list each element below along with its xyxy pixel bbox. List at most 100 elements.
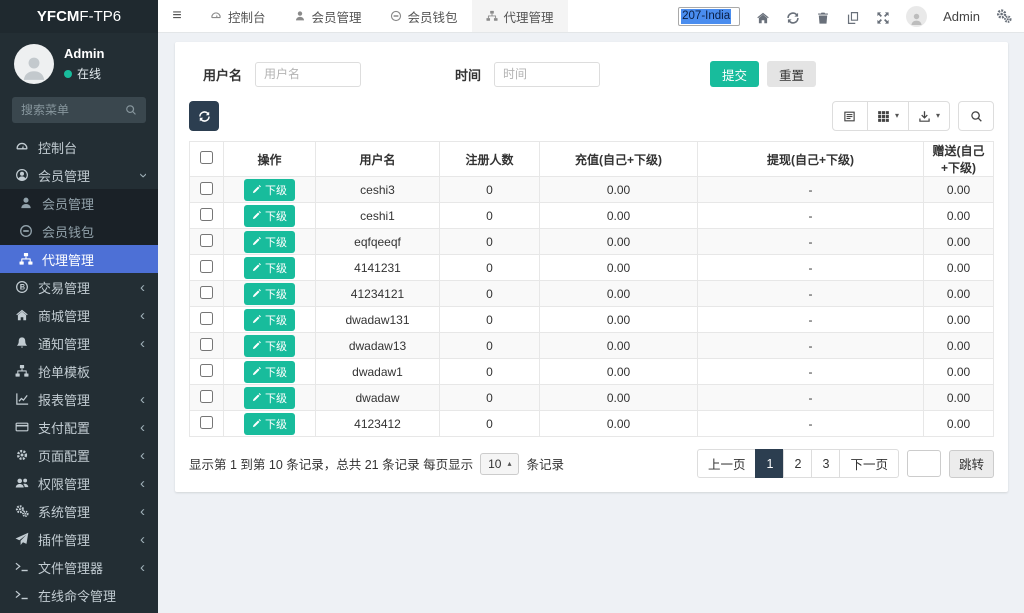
sidebar-item[interactable]: 报表管理‹ (0, 385, 158, 413)
jump-button[interactable]: 跳转 (949, 450, 994, 478)
subordinate-button[interactable]: 下级 (244, 413, 295, 435)
pencil-icon (252, 367, 261, 376)
tab-会员管理[interactable]: 会员管理 (280, 0, 376, 32)
hamburger-menu-icon[interactable]: ≡ (158, 0, 196, 32)
recharge-cell: 0.00 (540, 333, 698, 359)
app-logo[interactable]: YFCMF-TP6 (0, 0, 158, 33)
page-button-1[interactable]: 1 (755, 449, 784, 478)
column-header: 提现(自己+下级) (698, 142, 924, 177)
row-checkbox[interactable] (200, 364, 213, 377)
home-button[interactable] (756, 9, 770, 23)
tab-会员钱包[interactable]: 会员钱包 (376, 0, 472, 32)
columns-button[interactable]: ▾ (867, 101, 909, 131)
trash-button[interactable] (816, 9, 830, 23)
subordinate-button[interactable]: 下级 (244, 309, 295, 331)
gift-cell: 0.00 (924, 229, 994, 255)
withdraw-cell: - (698, 333, 924, 359)
row-checkbox[interactable] (200, 312, 213, 325)
gear-icon (15, 448, 29, 462)
admin-label[interactable]: Admin (943, 9, 980, 24)
refresh-button[interactable] (189, 101, 219, 131)
row-checkbox[interactable] (200, 208, 213, 221)
copy-button[interactable] (846, 9, 860, 23)
next-page-button[interactable]: 下一页 (839, 449, 899, 478)
jump-page-input[interactable] (907, 450, 941, 477)
row-checkbox-cell (190, 255, 224, 281)
sidebar-item[interactable]: 权限管理‹ (0, 469, 158, 497)
subordinate-button[interactable]: 下级 (244, 361, 295, 383)
page-size-dropdown[interactable]: 10 ▴ (480, 453, 519, 475)
gift-cell: 0.00 (924, 203, 994, 229)
reset-button[interactable]: 重置 (767, 61, 816, 87)
subordinate-button-label: 下级 (265, 364, 287, 380)
export-button[interactable]: ▾ (908, 101, 950, 131)
sidebar-item[interactable]: 支付配置‹ (0, 413, 158, 441)
search-icon (125, 104, 137, 116)
sidebar-item[interactable]: 代理管理 (0, 245, 158, 273)
row-checkbox-cell (190, 229, 224, 255)
export-icon (918, 110, 931, 123)
row-checkbox[interactable] (200, 416, 213, 429)
sidebar-item[interactable]: 在线命令管理 (0, 581, 158, 609)
submit-button[interactable]: 提交 (710, 61, 759, 87)
detail-view-button[interactable] (832, 101, 868, 131)
gift-cell: 0.00 (924, 359, 994, 385)
sidebar-item[interactable]: 通知管理‹ (0, 329, 158, 357)
subordinate-button[interactable]: 下级 (244, 231, 295, 253)
row-checkbox[interactable] (200, 390, 213, 403)
sidebar-item[interactable]: 系统管理‹ (0, 497, 158, 525)
subordinate-button[interactable]: 下级 (244, 257, 295, 279)
subordinate-button[interactable]: 下级 (244, 179, 295, 201)
sidebar-search-input[interactable] (21, 103, 119, 117)
filter-form: 用户名 时间 提交 重置 (189, 54, 994, 100)
select-all-checkbox[interactable] (200, 151, 213, 164)
row-checkbox[interactable] (200, 286, 213, 299)
table-search-button[interactable] (958, 101, 994, 131)
subordinate-button[interactable]: 下级 (244, 387, 295, 409)
page-button-3[interactable]: 3 (811, 449, 840, 478)
username-label: 用户名 (203, 65, 242, 84)
admin-avatar[interactable] (906, 6, 927, 27)
withdraw-cell: - (698, 203, 924, 229)
sidebar-item[interactable]: 插件管理‹ (0, 525, 158, 553)
username-input[interactable] (255, 62, 361, 87)
time-input[interactable] (494, 62, 600, 87)
sidebar-item[interactable]: 交易管理‹ (0, 273, 158, 301)
row-checkbox[interactable] (200, 182, 213, 195)
pagination-controls: 上一页123下一页 跳转 (697, 449, 994, 478)
expand-button[interactable] (876, 9, 890, 23)
row-checkbox[interactable] (200, 260, 213, 273)
tab-label: 控制台 (228, 7, 266, 26)
gift-cell: 0.00 (924, 411, 994, 437)
sidebar-item[interactable]: 页面配置‹ (0, 441, 158, 469)
brand-bold: YFCM (37, 8, 80, 25)
chevron-down-icon: ‹ (135, 173, 150, 178)
subordinate-button[interactable]: 下级 (244, 205, 295, 227)
sidebar-item[interactable]: 抢单模板 (0, 357, 158, 385)
sidebar-item[interactable]: 会员管理 (0, 189, 158, 217)
row-checkbox[interactable] (200, 234, 213, 247)
sidebar-item[interactable]: 会员钱包 (0, 217, 158, 245)
username-cell: ceshi1 (316, 203, 440, 229)
sidebar-item[interactable]: 商城管理‹ (0, 301, 158, 329)
server-select-input[interactable]: 207-India (678, 7, 740, 26)
table-row: 下级4123412100.00-0.00 (190, 281, 994, 307)
prev-page-button[interactable]: 上一页 (697, 449, 757, 478)
tab-控制台[interactable]: 控制台 (196, 0, 280, 32)
subordinate-button[interactable]: 下级 (244, 335, 295, 357)
withdraw-cell: - (698, 281, 924, 307)
settings-gears-icon[interactable] (996, 8, 1012, 24)
user-silhouette-icon (909, 12, 924, 27)
refresh-button[interactable] (786, 9, 800, 23)
subordinate-button[interactable]: 下级 (244, 283, 295, 305)
online-status-label: 在线 (77, 65, 101, 82)
tab-代理管理[interactable]: 代理管理 (472, 0, 568, 32)
sidebar-item[interactable]: 文件管理器‹ (0, 553, 158, 581)
sidebar-item[interactable]: 控制台 (0, 133, 158, 161)
sidebar-item[interactable]: 会员管理‹ (0, 161, 158, 189)
row-checkbox[interactable] (200, 338, 213, 351)
table-row: 下级dwadaw100.00-0.00 (190, 359, 994, 385)
caret-up-icon: ▴ (507, 460, 511, 468)
caret-down-icon: ▾ (895, 112, 899, 120)
page-button-2[interactable]: 2 (783, 449, 812, 478)
